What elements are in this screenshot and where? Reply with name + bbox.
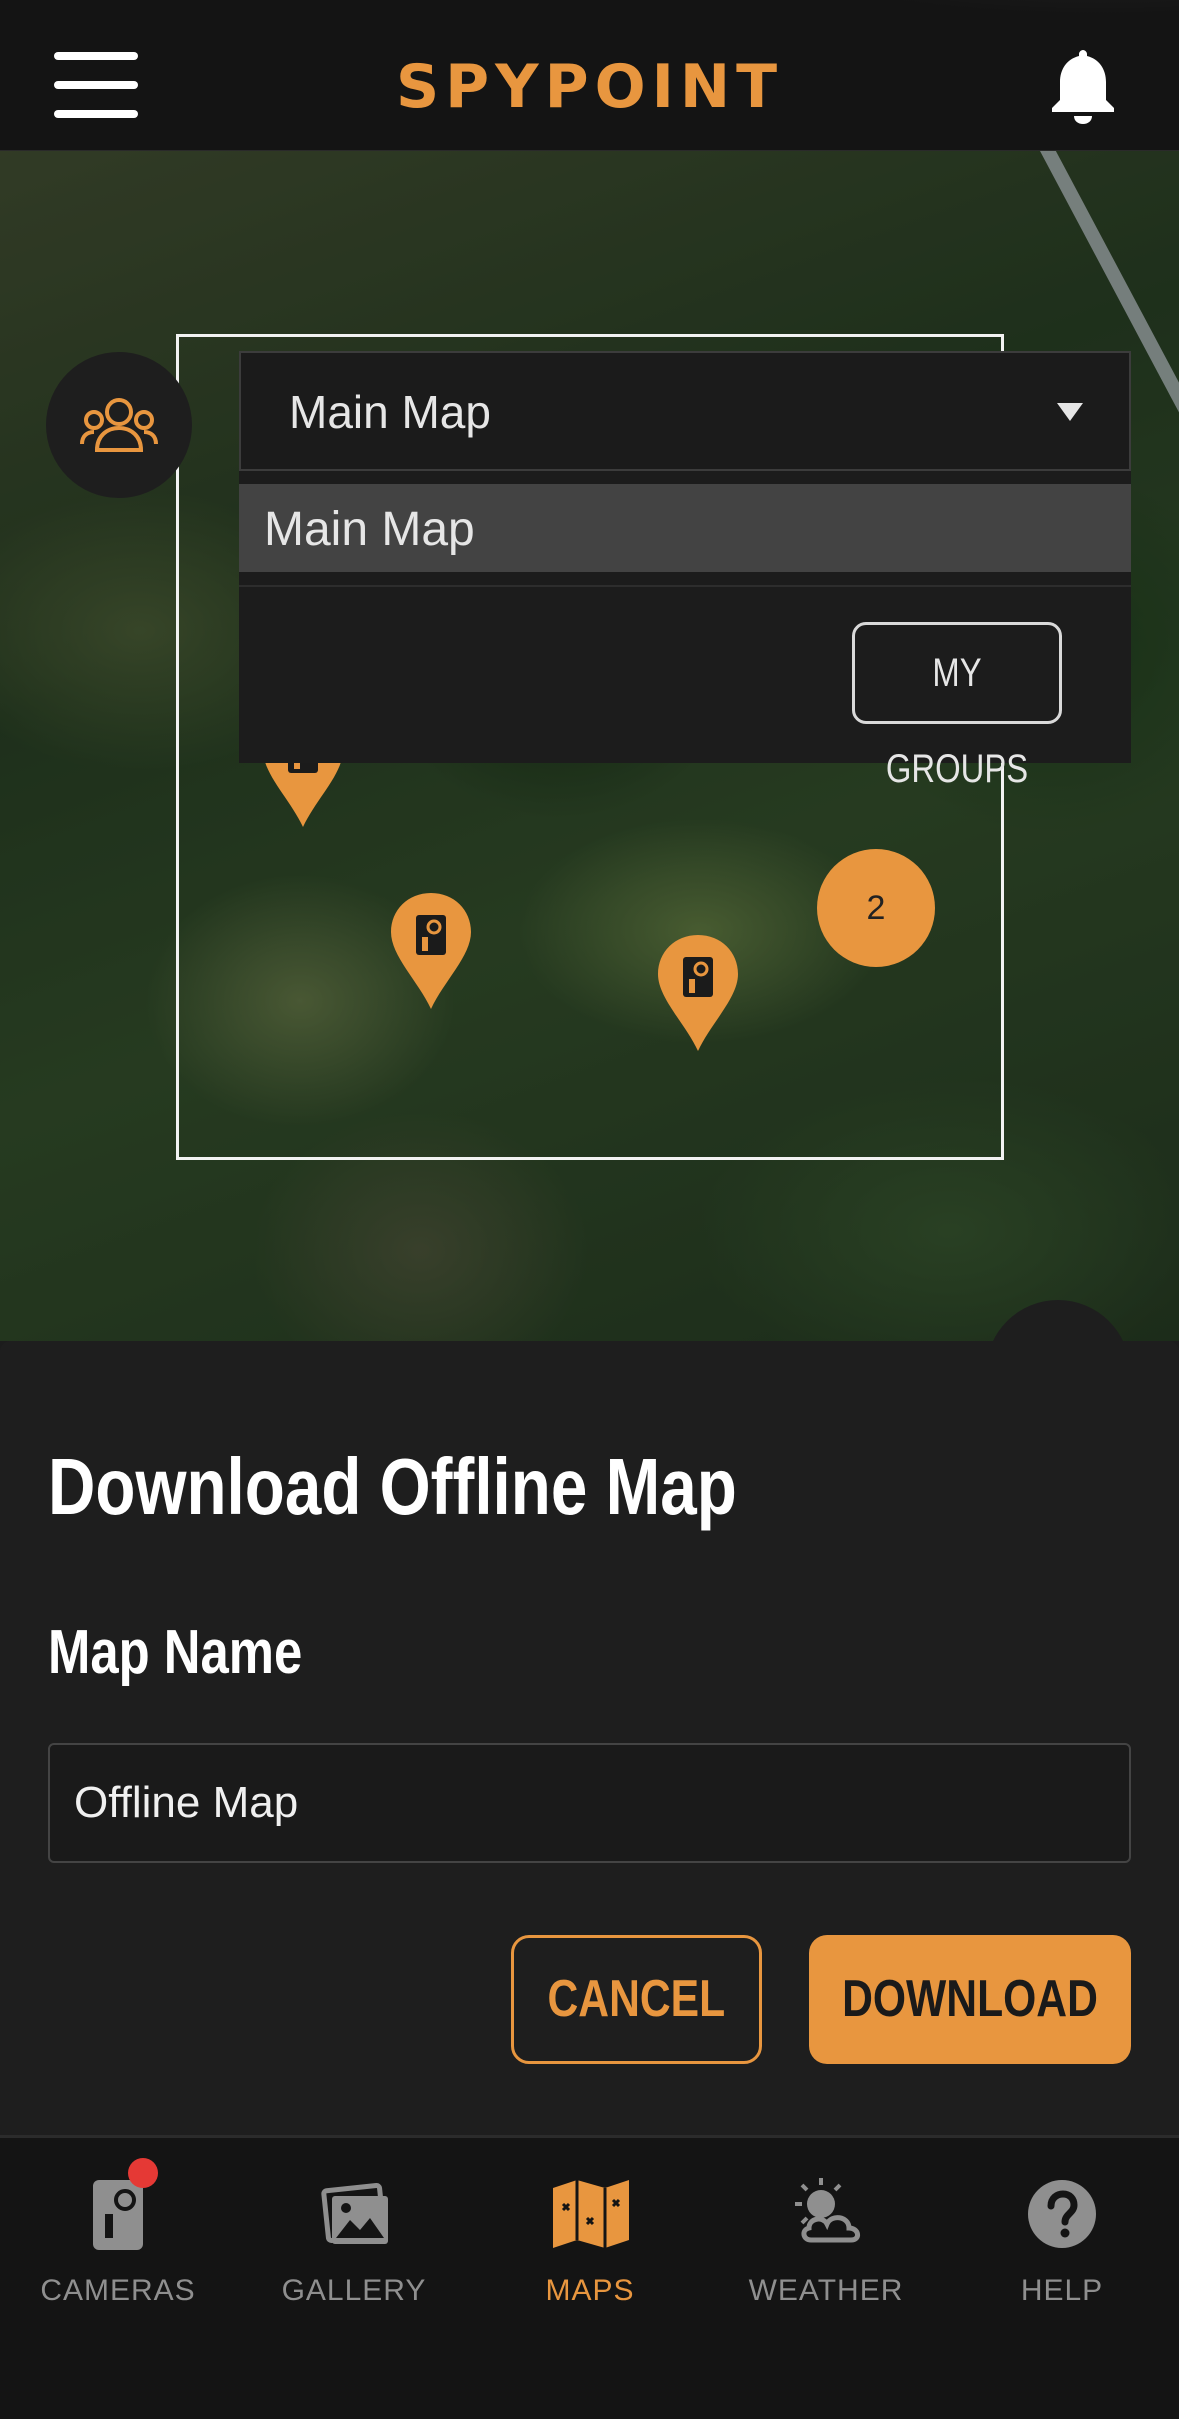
nav-label: CAMERAS: [40, 2274, 196, 2307]
app-header: SPYPOINT: [0, 0, 1179, 152]
nav-label: HELP: [1020, 2274, 1104, 2307]
map-select[interactable]: Main Map: [239, 351, 1131, 471]
nav-label: GALLERY: [281, 2274, 427, 2307]
help-icon: [1028, 2180, 1096, 2248]
map-select-dropdown: Main Map Main Map MY GROUPS: [239, 351, 1131, 791]
bottom-navigation: CAMERAS GALLERY MAPS WEATHER HELP: [0, 2135, 1179, 2419]
divider: [239, 585, 1131, 587]
cameras-alert-badge: [128, 2158, 158, 2188]
nav-help[interactable]: HELP: [944, 2138, 1179, 2338]
weather-icon: [795, 2178, 860, 2243]
my-groups-button[interactable]: MY GROUPS: [852, 622, 1062, 791]
nav-maps[interactable]: MAPS: [472, 2138, 708, 2338]
camera-cluster[interactable]: 2: [817, 849, 935, 967]
nav-gallery[interactable]: GALLERY: [236, 2138, 472, 2338]
map-name-input[interactable]: [48, 1743, 1131, 1863]
groups-button[interactable]: [46, 352, 192, 498]
download-button[interactable]: DOWNLOAD: [809, 1935, 1131, 2064]
map-icon: [553, 2180, 629, 2248]
nav-cameras[interactable]: CAMERAS: [0, 2138, 236, 2338]
satellite-map[interactable]: 2 2 Main Map Main Map: [0, 151, 1179, 1341]
app-logo: SPYPOINT: [395, 52, 784, 122]
map-option-label: Main Map: [264, 503, 475, 556]
nav-label: WEATHER: [748, 2274, 904, 2307]
groups-icon: [80, 398, 158, 452]
camera-pin-icon[interactable]: [656, 933, 740, 1053]
caret-down-icon: [1057, 403, 1083, 421]
cancel-button[interactable]: CANCEL: [511, 1935, 762, 2064]
panel-title: Download Offline Map: [48, 1442, 737, 1531]
map-name-label: Map Name: [48, 1618, 303, 1687]
map-option-main-map[interactable]: Main Map: [239, 484, 1131, 572]
map-select-value: Main Map: [289, 386, 491, 438]
camera-pin-icon[interactable]: [389, 891, 473, 1011]
notification-bell-icon[interactable]: [1048, 46, 1118, 124]
download-offline-map-panel: Download Offline Map Map Name CANCEL DOW…: [0, 1341, 1179, 2135]
gallery-icon: [321, 2183, 388, 2244]
nav-label: MAPS: [545, 2274, 635, 2307]
nav-weather[interactable]: WEATHER: [708, 2138, 944, 2338]
locate-me-button[interactable]: [986, 1300, 1130, 1341]
